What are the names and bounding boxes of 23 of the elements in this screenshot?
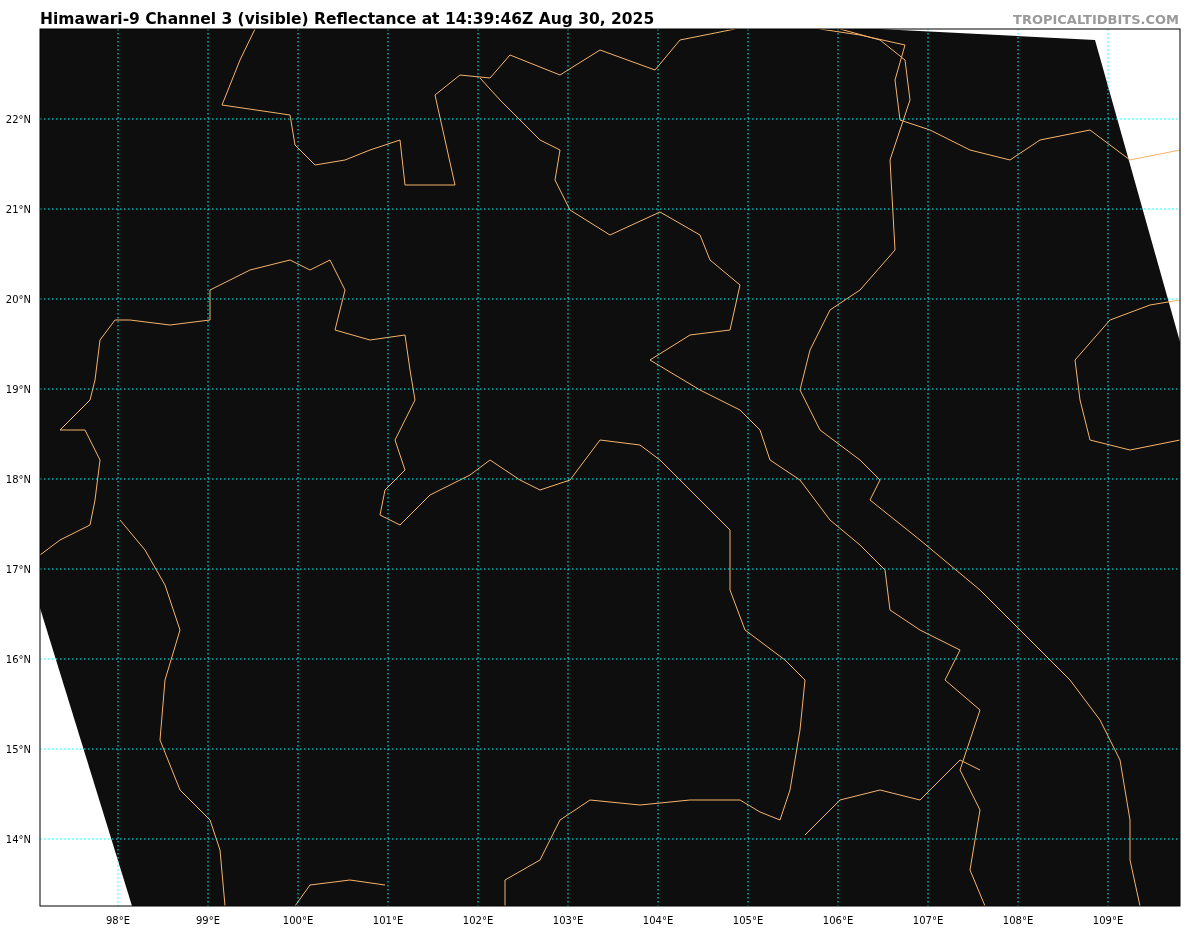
site-label: TROPICALTIDBITS.COM xyxy=(1013,12,1179,27)
longitude-label: 106°E xyxy=(822,915,854,926)
longitude-label: 104°E xyxy=(642,915,674,926)
latitude-label: 16°N xyxy=(5,654,31,665)
longitude-label: 107°E xyxy=(912,915,944,926)
latitude-label: 21°N xyxy=(5,204,31,215)
longitude-label: 98°E xyxy=(106,915,130,926)
longitude-label: 100°E xyxy=(282,915,314,926)
latitude-label: 17°N xyxy=(5,564,31,575)
map-title: Himawari-9 Channel 3 (visible) Reflectance at 14:39:46Z Aug 30, 2025 xyxy=(40,10,655,28)
longitude-label: 99°E xyxy=(196,915,220,926)
longitude-label: 101°E xyxy=(372,915,404,926)
longitude-label: 109°E xyxy=(1092,915,1124,926)
latitude-label: 19°N xyxy=(5,384,31,395)
latitude-label: 15°N xyxy=(5,744,31,755)
longitude-label: 108°E xyxy=(1002,915,1034,926)
latitude-label: 22°N xyxy=(5,114,31,125)
longitude-label: 102°E xyxy=(462,915,494,926)
latitude-label: 20°N xyxy=(5,294,31,305)
longitude-label: 103°E xyxy=(552,915,584,926)
longitude-label: 105°E xyxy=(732,915,764,926)
latitude-label: 14°N xyxy=(5,834,31,845)
latitude-label: 18°N xyxy=(5,474,31,485)
